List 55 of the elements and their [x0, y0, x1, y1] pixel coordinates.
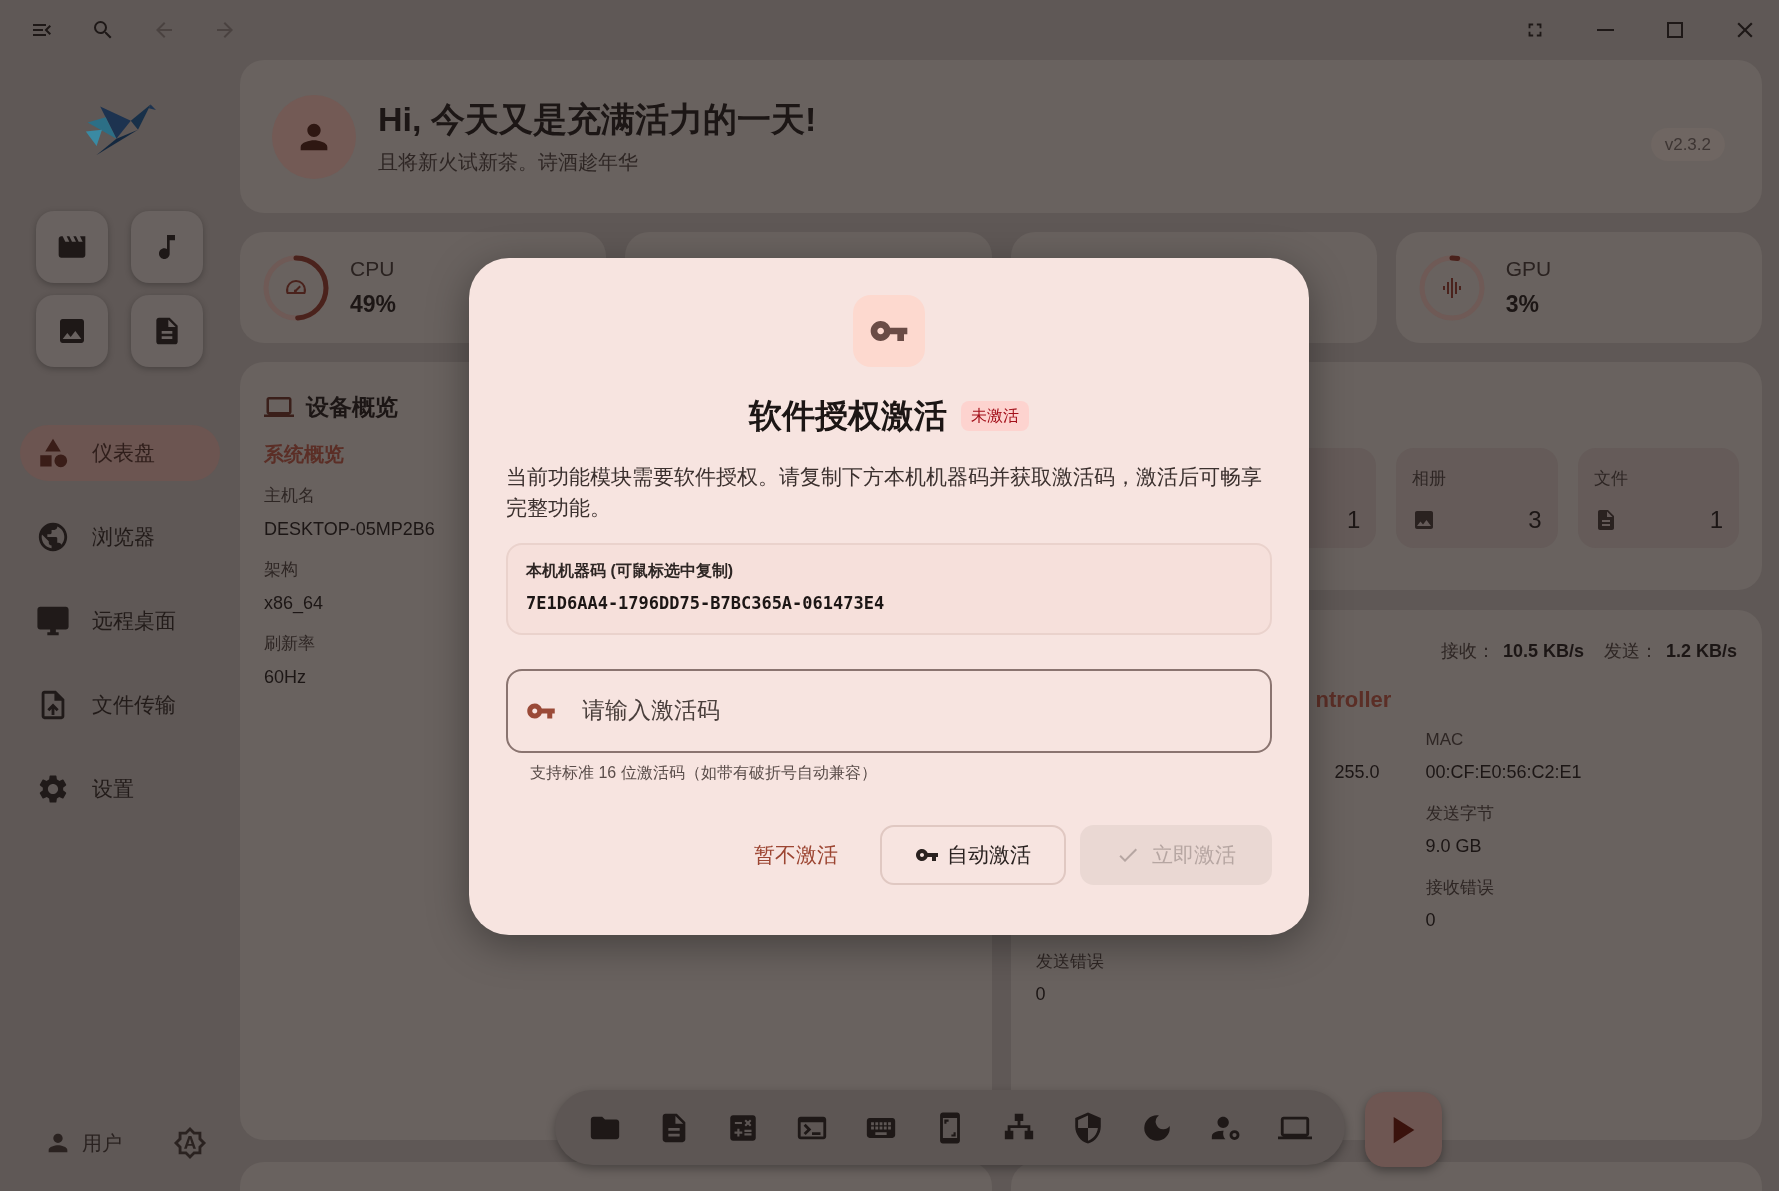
- dialog-title: 软件授权激活: [749, 396, 947, 436]
- field-label: MAC: [1425, 729, 1464, 751]
- music-button[interactable]: [131, 211, 203, 283]
- stat-label: CPU: [350, 255, 396, 282]
- field-value: 00:CF:E0:56:C2:E1: [1425, 761, 1582, 784]
- field-label: 发送错误: [1035, 951, 1104, 973]
- field-label: 发送字节: [1425, 803, 1494, 825]
- nav-item[interactable]: 远程桌面: [20, 593, 220, 649]
- dialog-description: 当前功能模块需要软件授权。请复制下方本机机器码并获取激活码，激活后可畅享完整功能。: [506, 463, 1263, 521]
- auto-theme-button[interactable]: [172, 1125, 208, 1161]
- card-title: 设备概览: [306, 393, 398, 422]
- play-button[interactable]: [1365, 1092, 1442, 1167]
- greeting-title: Hi, 今天又是充满活力的一天!: [378, 98, 817, 140]
- field-value: 0: [1425, 909, 1436, 932]
- field-value: 9.0 GB: [1425, 835, 1482, 858]
- machine-code-label: 本机机器码 (可鼠标选中复制): [526, 560, 735, 581]
- gauge-ring: [1417, 253, 1486, 322]
- auto-activate-button[interactable]: 自动激活: [880, 824, 1066, 885]
- globe-icon: [36, 520, 70, 554]
- stat-label: GPU: [1505, 255, 1552, 282]
- field-label: 刷新率: [264, 632, 315, 655]
- field-value: x86_64: [264, 591, 324, 616]
- activation-code-field[interactable]: 请输入激活码: [506, 668, 1272, 753]
- section-title: 系统概览: [264, 441, 345, 467]
- nav-item[interactable]: 文件传输: [20, 677, 220, 733]
- speed-label: 接收：: [1440, 640, 1495, 663]
- greeting-subtitle: 且将新火试新茶。诗酒趁年华: [378, 149, 639, 175]
- nav-item[interactable]: 浏览器: [20, 509, 220, 565]
- skip-button[interactable]: 暂不激活: [726, 824, 866, 885]
- field-label: 架构: [264, 558, 298, 581]
- nav-item[interactable]: 设置: [20, 761, 220, 817]
- auto-brightness-icon: [173, 1126, 207, 1160]
- field-label: 主机名: [264, 484, 315, 507]
- document-button[interactable]: [131, 295, 203, 367]
- field-value: 255.0: [1334, 761, 1380, 784]
- stat-value: 3%: [1505, 289, 1540, 319]
- speed-value: 1.2 KB/s: [1665, 640, 1737, 663]
- speed-label: 发送：: [1603, 640, 1658, 663]
- field-hint: 支持标准 16 位激活码（如带有破折号自动兼容）: [530, 762, 878, 783]
- field-value: 60Hz: [264, 665, 307, 689]
- field-label: 接收错误: [1425, 877, 1494, 899]
- stat-value: 49%: [350, 289, 397, 319]
- field-value: 0: [1035, 983, 1046, 1006]
- adapter-name: ntroller: [1315, 686, 1393, 714]
- film-button[interactable]: [36, 211, 108, 283]
- tile-count: 3: [1528, 505, 1542, 535]
- image-button[interactable]: [36, 295, 108, 367]
- field-value: DESKTOP-05MP2B6: [264, 517, 435, 541]
- nav-item[interactable]: 仪表盘: [20, 425, 220, 481]
- speed-value: 10.5 KB/s: [1502, 640, 1584, 663]
- status-badge: 未激活: [961, 400, 1029, 431]
- machine-code: 7E1D6AA4-1796DD75-B7BC365A-061473E4: [526, 591, 886, 615]
- monitor-icon: [36, 604, 70, 638]
- tile-count: 1: [1709, 505, 1723, 535]
- tile-count: 1: [1346, 505, 1361, 535]
